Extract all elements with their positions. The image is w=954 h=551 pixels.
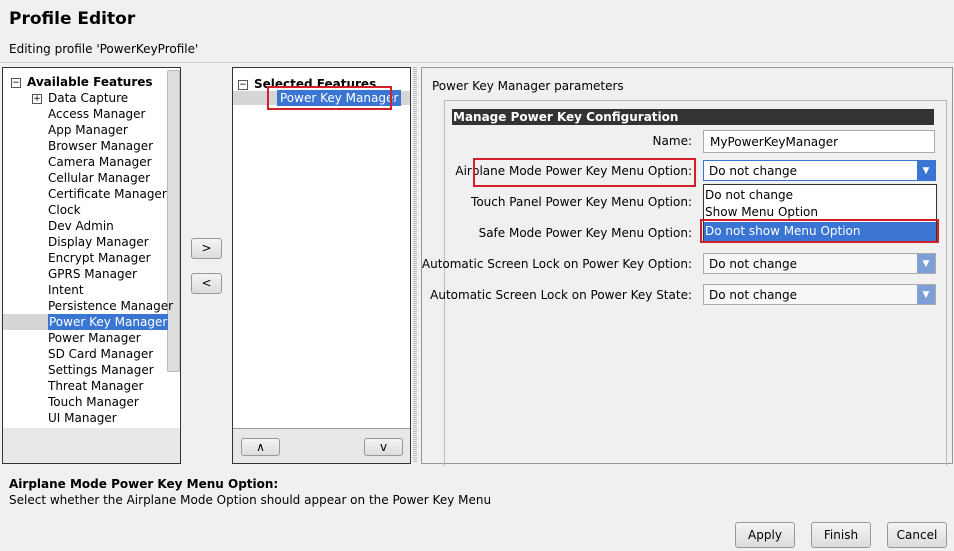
option-label: Automatic Screen Lock on Power Key Optio…	[421, 257, 692, 271]
feature-item[interactable]: Persistence Manager	[48, 298, 173, 314]
parameters-title: Power Key Manager parameters	[432, 79, 624, 93]
section-header: Manage Power Key Configuration	[452, 109, 934, 125]
select-value: Do not change	[709, 288, 798, 302]
feature-item[interactable]: Display Manager	[48, 234, 149, 250]
feature-label: Access Manager	[48, 107, 146, 121]
feature-label: Browser Manager	[48, 139, 154, 153]
feature-item[interactable]: Intent	[48, 282, 84, 298]
feature-item[interactable]: App Manager	[48, 122, 128, 138]
chevron-down-icon[interactable]: ▼	[917, 254, 935, 273]
annotation-box	[700, 219, 939, 243]
remove-feature-button[interactable]: <	[191, 273, 222, 294]
feature-item[interactable]: SD Card Manager	[48, 346, 153, 362]
feature-label: Certificate Manager	[48, 187, 167, 201]
name-label: Name:	[652, 134, 692, 148]
feature-label: Threat Manager	[48, 379, 144, 393]
annotation-box	[473, 158, 696, 187]
expand-icon[interactable]: +	[32, 94, 42, 104]
option-select[interactable]: Do not change ▼	[703, 160, 936, 181]
select-value: Do not change	[709, 164, 798, 178]
feature-label: App Manager	[48, 123, 128, 137]
selected-features-tree[interactable]: − Selected Features Power Key Manager ∧ v	[232, 67, 411, 464]
select-value: Do not change	[709, 257, 798, 271]
feature-item[interactable]: Access Manager	[48, 106, 146, 122]
feature-item[interactable]: GPRS Manager	[48, 266, 137, 282]
option-label: Safe Mode Power Key Menu Option:	[478, 226, 692, 240]
feature-item[interactable]: Camera Manager	[48, 154, 152, 170]
feature-label: Intent	[48, 283, 84, 297]
feature-item[interactable]: Clock	[48, 202, 81, 218]
option-show-menu[interactable]: Show Menu Option	[705, 205, 818, 219]
feature-item[interactable]: Certificate Manager	[48, 186, 167, 202]
feature-label: Clock	[48, 203, 81, 217]
feature-label: GPRS Manager	[48, 267, 137, 281]
feature-label: SD Card Manager	[48, 347, 154, 361]
help-text: Select whether the Airplane Mode Option …	[9, 493, 492, 507]
help-title: Airplane Mode Power Key Menu Option:	[9, 477, 279, 491]
annotation-box	[267, 86, 392, 110]
move-down-button[interactable]: v	[364, 438, 403, 456]
feature-label: Display Manager	[48, 235, 149, 249]
option-do-not-change[interactable]: Do not change	[705, 188, 793, 202]
feature-label: Persistence Manager	[48, 299, 174, 313]
feature-item[interactable]: Settings Manager	[48, 362, 154, 378]
chevron-down-icon[interactable]: ▼	[917, 161, 935, 180]
collapse-icon[interactable]: −	[238, 80, 248, 90]
feature-label: Settings Manager	[48, 363, 154, 377]
feature-label: Cellular Manager	[48, 171, 151, 185]
splitter[interactable]	[413, 67, 417, 463]
option-select[interactable]: Do not change ▼	[703, 284, 936, 305]
divider	[0, 62, 954, 63]
page-title: Profile Editor	[9, 9, 136, 29]
feature-item[interactable]: Touch Manager	[48, 394, 139, 410]
feature-item[interactable]: Encrypt Manager	[48, 250, 151, 266]
move-up-button[interactable]: ∧	[241, 438, 280, 456]
feature-item[interactable]: Threat Manager	[48, 378, 143, 394]
feature-item[interactable]: Power Manager	[48, 330, 141, 346]
finish-button[interactable]: Finish	[811, 522, 871, 548]
chevron-down-icon[interactable]: ▼	[917, 285, 935, 304]
feature-label: Power Key Manager	[49, 315, 168, 329]
feature-label: Encrypt Manager	[48, 251, 151, 265]
apply-button[interactable]: Apply	[735, 522, 795, 548]
option-select[interactable]: Do not change ▼	[703, 253, 936, 274]
collapse-icon[interactable]: −	[11, 78, 21, 88]
feature-label: Data Capture	[48, 91, 129, 105]
feature-item[interactable]: Cellular Manager	[48, 170, 150, 186]
scrollbar[interactable]	[167, 70, 180, 372]
option-label: Touch Panel Power Key Menu Option:	[471, 195, 692, 209]
feature-label: Dev Admin	[48, 219, 114, 233]
available-features-header[interactable]: − Available Features	[11, 74, 153, 90]
feature-item[interactable]: UI Manager	[48, 410, 117, 426]
option-label: Automatic Screen Lock on Power Key State…	[430, 288, 692, 302]
feature-item[interactable]: Browser Manager	[48, 138, 153, 154]
page-subtitle: Editing profile 'PowerKeyProfile'	[9, 42, 199, 56]
feature-item[interactable]: Dev Admin	[48, 218, 114, 234]
feature-item[interactable]: Power Key Manager	[48, 314, 169, 330]
feature-label: UI Manager	[48, 411, 117, 425]
feature-label: Camera Manager	[48, 155, 152, 169]
add-feature-button[interactable]: >	[191, 238, 222, 259]
feature-item[interactable]: + Data Capture	[32, 90, 129, 106]
feature-label: Power Manager	[48, 331, 141, 345]
available-features-tree[interactable]: − Available Features + Data Capture Access M…	[2, 67, 181, 464]
feature-label: Touch Manager	[48, 395, 139, 409]
available-features-title: Available Features	[27, 75, 153, 89]
name-input[interactable]	[703, 130, 935, 153]
cancel-button[interactable]: Cancel	[887, 522, 947, 548]
